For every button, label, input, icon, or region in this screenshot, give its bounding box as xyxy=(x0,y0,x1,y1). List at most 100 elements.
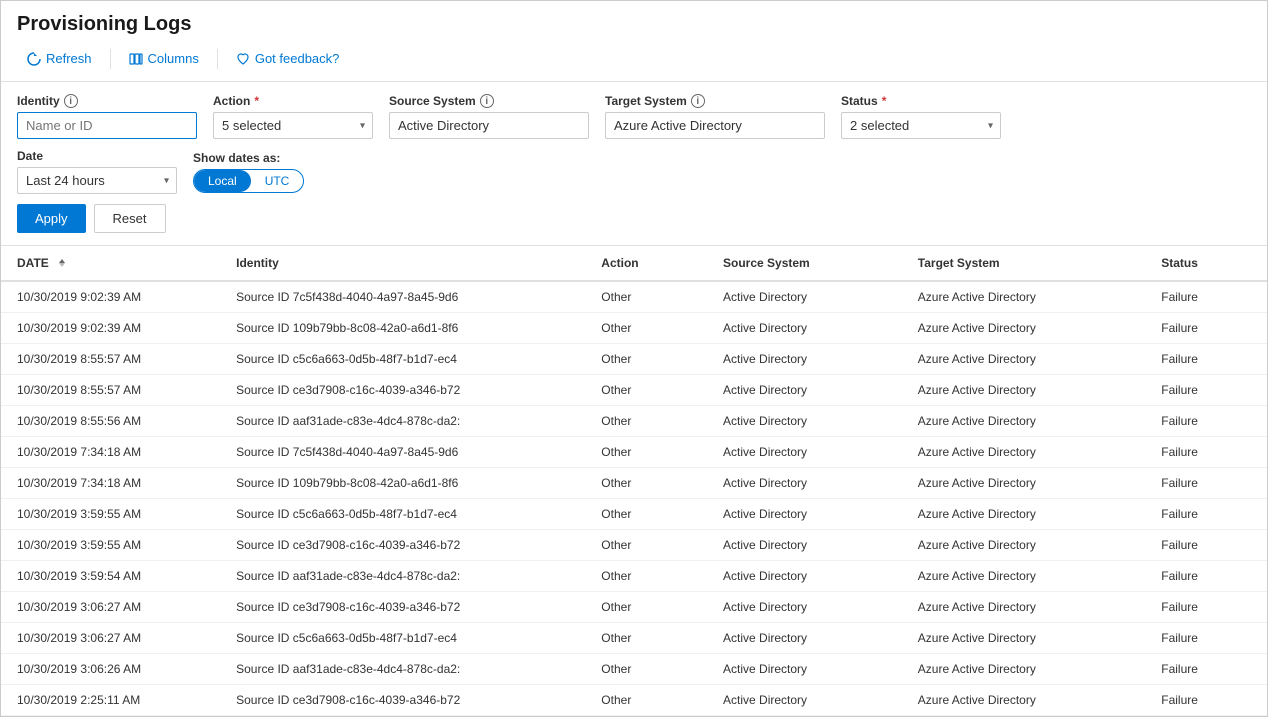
table-row[interactable]: 10/30/2019 7:34:18 AM Source ID 7c5f438d… xyxy=(1,437,1267,468)
status-filter-group: Status * 2 selected ▾ xyxy=(841,94,1001,139)
utc-toggle-button[interactable]: UTC xyxy=(251,170,304,192)
cell-source: Active Directory xyxy=(707,685,902,716)
cell-date: 10/30/2019 8:55:57 AM xyxy=(1,375,220,406)
cell-identity: Source ID 7c5f438d-4040-4a97-8a45-9d6 xyxy=(220,437,585,468)
table-row[interactable]: 10/30/2019 9:02:39 AM Source ID 109b79bb… xyxy=(1,313,1267,344)
col-header-identity: Identity xyxy=(220,246,585,281)
date-row: Date Last 24 hours ▾ Show dates as: Loca… xyxy=(17,149,1251,194)
cell-action: Other xyxy=(585,281,707,313)
cell-identity: Source ID aaf31ade-c83e-4dc4-878c-da2: xyxy=(220,654,585,685)
date-select-wrapper: Last 24 hours ▾ xyxy=(17,167,177,194)
cell-date: 10/30/2019 7:34:18 AM xyxy=(1,468,220,499)
refresh-button[interactable]: Refresh xyxy=(17,46,102,71)
col-header-action: Action xyxy=(585,246,707,281)
action-select[interactable]: 5 selected xyxy=(213,112,373,139)
cell-target: Azure Active Directory xyxy=(902,530,1145,561)
cell-identity: Source ID ce3d7908-c16c-4039-a346-b72 xyxy=(220,375,585,406)
identity-filter-group: Identity i xyxy=(17,94,197,139)
status-select[interactable]: 2 selected xyxy=(841,112,1001,139)
cell-target: Azure Active Directory xyxy=(902,654,1145,685)
cell-target: Azure Active Directory xyxy=(902,406,1145,437)
table-container: DATE Identity Action Source System xyxy=(1,246,1267,716)
table-row[interactable]: 10/30/2019 3:59:54 AM Source ID aaf31ade… xyxy=(1,561,1267,592)
cell-status: Failure xyxy=(1145,654,1267,685)
show-dates-group: Show dates as: Local UTC xyxy=(193,151,304,193)
cell-source: Active Directory xyxy=(707,281,902,313)
identity-info-icon: i xyxy=(64,94,78,108)
cell-target: Azure Active Directory xyxy=(902,623,1145,654)
filters-section: Identity i Action * 5 selected ▾ Source … xyxy=(1,82,1267,246)
table-row[interactable]: 10/30/2019 3:59:55 AM Source ID c5c6a663… xyxy=(1,499,1267,530)
target-system-input[interactable] xyxy=(605,112,825,139)
col-header-source-system: Source System xyxy=(707,246,902,281)
cell-action: Other xyxy=(585,561,707,592)
cell-status: Failure xyxy=(1145,685,1267,716)
date-select[interactable]: Last 24 hours xyxy=(17,167,177,194)
cell-action: Other xyxy=(585,406,707,437)
table-row[interactable]: 10/30/2019 8:55:56 AM Source ID aaf31ade… xyxy=(1,406,1267,437)
cell-date: 10/30/2019 9:02:39 AM xyxy=(1,313,220,344)
table-row[interactable]: 10/30/2019 2:25:11 AM Source ID ce3d7908… xyxy=(1,685,1267,716)
action-label: Action * xyxy=(213,94,373,108)
cell-source: Active Directory xyxy=(707,561,902,592)
columns-button[interactable]: Columns xyxy=(119,46,209,71)
cell-source: Active Directory xyxy=(707,375,902,406)
cell-status: Failure xyxy=(1145,499,1267,530)
cell-identity: Source ID c5c6a663-0d5b-48f7-b1d7-ec4 xyxy=(220,344,585,375)
cell-status: Failure xyxy=(1145,281,1267,313)
col-header-target-system: Target System xyxy=(902,246,1145,281)
cell-identity: Source ID 109b79bb-8c08-42a0-a6d1-8f6 xyxy=(220,313,585,344)
cell-action: Other xyxy=(585,654,707,685)
identity-input[interactable] xyxy=(17,112,197,139)
feedback-button[interactable]: Got feedback? xyxy=(226,46,350,71)
cell-identity: Source ID c5c6a663-0d5b-48f7-b1d7-ec4 xyxy=(220,499,585,530)
cell-date: 10/30/2019 3:59:55 AM xyxy=(1,530,220,561)
cell-target: Azure Active Directory xyxy=(902,685,1145,716)
cell-target: Azure Active Directory xyxy=(902,344,1145,375)
cell-status: Failure xyxy=(1145,437,1267,468)
local-toggle-button[interactable]: Local xyxy=(194,170,251,192)
table-row[interactable]: 10/30/2019 3:06:27 AM Source ID c5c6a663… xyxy=(1,623,1267,654)
target-system-filter-group: Target System i xyxy=(605,94,825,139)
apply-button[interactable]: Apply xyxy=(17,204,86,233)
cell-action: Other xyxy=(585,375,707,406)
cell-source: Active Directory xyxy=(707,623,902,654)
date-toggle-group: Local UTC xyxy=(193,169,304,193)
cell-identity: Source ID aaf31ade-c83e-4dc4-878c-da2: xyxy=(220,561,585,592)
cell-status: Failure xyxy=(1145,344,1267,375)
cell-source: Active Directory xyxy=(707,437,902,468)
cell-source: Active Directory xyxy=(707,530,902,561)
columns-icon xyxy=(129,52,143,66)
reset-button[interactable]: Reset xyxy=(94,204,166,233)
table-row[interactable]: 10/30/2019 7:34:18 AM Source ID 109b79bb… xyxy=(1,468,1267,499)
table-row[interactable]: 10/30/2019 3:06:26 AM Source ID aaf31ade… xyxy=(1,654,1267,685)
table-row[interactable]: 10/30/2019 8:55:57 AM Source ID ce3d7908… xyxy=(1,375,1267,406)
cell-source: Active Directory xyxy=(707,499,902,530)
cell-source: Active Directory xyxy=(707,654,902,685)
source-system-input[interactable] xyxy=(389,112,589,139)
cell-source: Active Directory xyxy=(707,406,902,437)
show-dates-label: Show dates as: xyxy=(193,151,304,165)
table-row[interactable]: 10/30/2019 8:55:57 AM Source ID c5c6a663… xyxy=(1,344,1267,375)
cell-action: Other xyxy=(585,313,707,344)
provisioning-logs-table: DATE Identity Action Source System xyxy=(1,246,1267,716)
cell-action: Other xyxy=(585,468,707,499)
cell-date: 10/30/2019 8:55:56 AM xyxy=(1,406,220,437)
cell-date: 10/30/2019 2:25:11 AM xyxy=(1,685,220,716)
cell-action: Other xyxy=(585,623,707,654)
cell-identity: Source ID 7c5f438d-4040-4a97-8a45-9d6 xyxy=(220,281,585,313)
cell-action: Other xyxy=(585,499,707,530)
cell-source: Active Directory xyxy=(707,344,902,375)
table-row[interactable]: 10/30/2019 9:02:39 AM Source ID 7c5f438d… xyxy=(1,281,1267,313)
cell-status: Failure xyxy=(1145,530,1267,561)
cell-identity: Source ID ce3d7908-c16c-4039-a346-b72 xyxy=(220,685,585,716)
refresh-icon xyxy=(27,52,41,66)
cell-status: Failure xyxy=(1145,623,1267,654)
cell-date: 10/30/2019 3:06:27 AM xyxy=(1,623,220,654)
table-row[interactable]: 10/30/2019 3:59:55 AM Source ID ce3d7908… xyxy=(1,530,1267,561)
cell-status: Failure xyxy=(1145,561,1267,592)
cell-action: Other xyxy=(585,530,707,561)
target-info-icon: i xyxy=(691,94,705,108)
cell-source: Active Directory xyxy=(707,313,902,344)
col-header-date[interactable]: DATE xyxy=(1,246,181,280)
